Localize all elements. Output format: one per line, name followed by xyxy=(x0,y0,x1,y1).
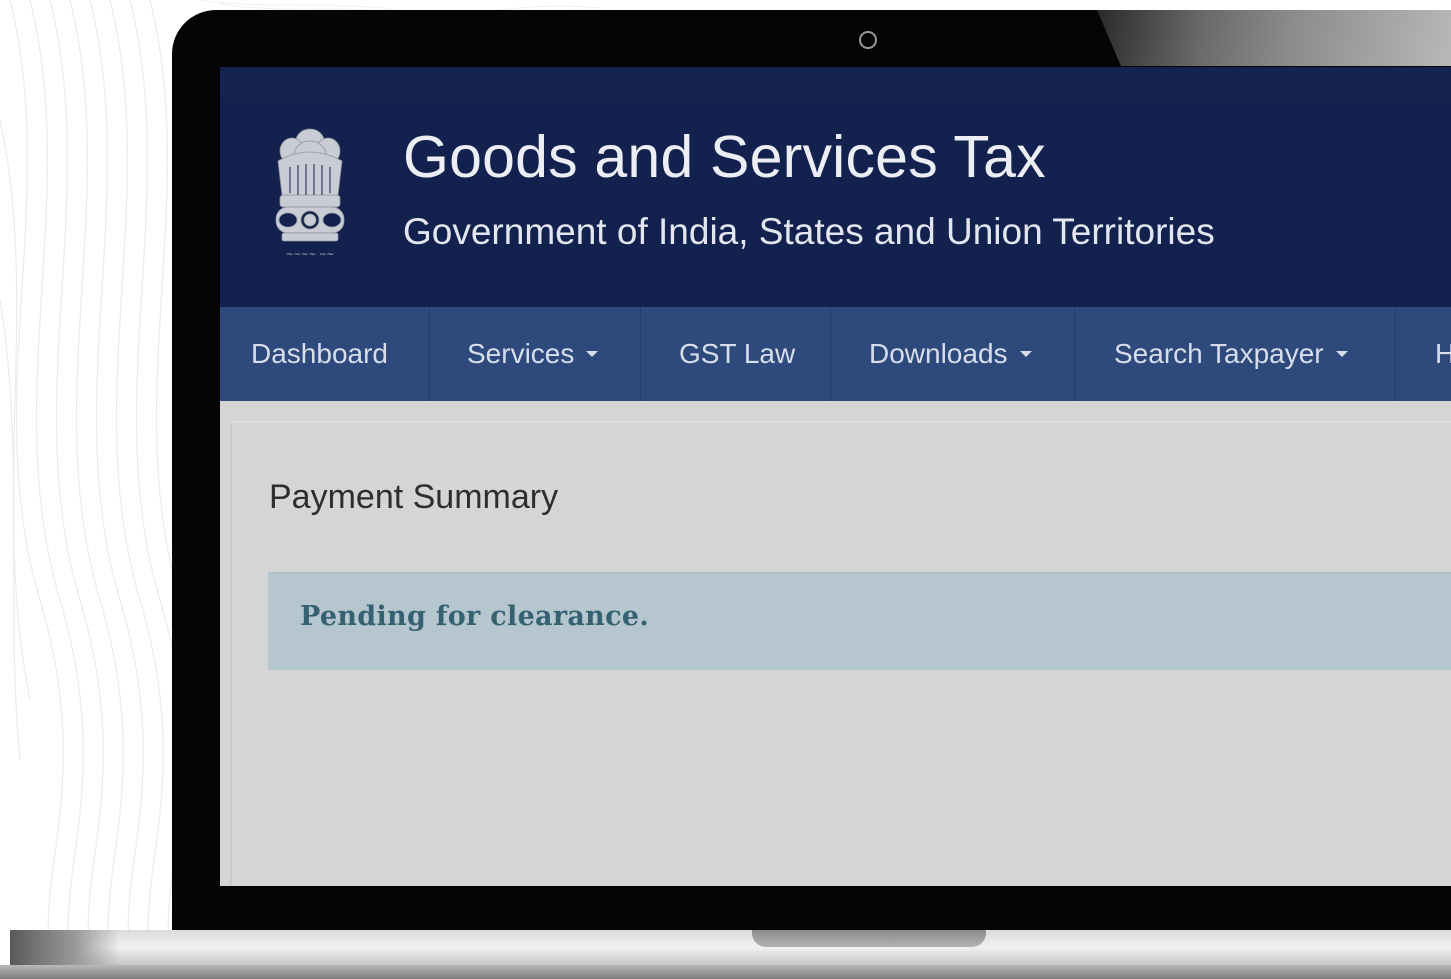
nav-item-label: Search Taxpayer xyxy=(1114,338,1324,369)
nav-item-dashboard[interactable]: Dashboard xyxy=(220,307,430,401)
nav-item-label: H xyxy=(1435,338,1451,369)
status-alert: Pending for clearance. xyxy=(268,572,1451,670)
nav-item-label: GST Law xyxy=(679,338,796,369)
page-title: Payment Summary xyxy=(269,478,559,516)
nav-item-help[interactable]: H xyxy=(1396,307,1451,401)
nav-item-services[interactable]: Services xyxy=(430,307,641,401)
nav-item-search-taxpayer[interactable]: Search Taxpayer xyxy=(1075,307,1396,401)
main-navbar: Dashboard Services GST Law Downloads Sea… xyxy=(220,307,1451,401)
site-header: ~~~~ ~~ Goods and Services Tax Governmen… xyxy=(220,99,1451,307)
caret-down-icon xyxy=(1019,351,1032,357)
svg-text:~~~~ ~~: ~~~~ ~~ xyxy=(286,250,334,260)
nav-item-downloads[interactable]: Downloads xyxy=(831,307,1075,401)
nav-item-label: Dashboard xyxy=(251,338,388,369)
nav-item-label: Services xyxy=(467,338,575,369)
bezel-glare xyxy=(1097,10,1451,66)
camera-icon xyxy=(859,31,877,49)
site-title: Goods and Services Tax xyxy=(403,124,1046,190)
laptop-hinge-notch xyxy=(752,930,986,947)
browser-screen: ~~~~ ~~ Goods and Services Tax Governmen… xyxy=(220,67,1451,886)
alert-message: Pending for clearance. xyxy=(300,601,650,632)
site-subtitle: Government of India, States and Union Te… xyxy=(403,211,1215,252)
payment-summary-panel: Payment Summary Pending for clearance. xyxy=(230,421,1451,886)
caret-down-icon xyxy=(1335,351,1348,357)
nav-item-gst-law[interactable]: GST Law xyxy=(641,307,831,401)
caret-down-icon xyxy=(586,351,599,357)
national-emblem-icon: ~~~~ ~~ xyxy=(275,128,345,260)
top-strip xyxy=(220,67,1451,99)
laptop-base-edge xyxy=(0,965,1451,979)
nav-item-label: Downloads xyxy=(869,338,1008,369)
